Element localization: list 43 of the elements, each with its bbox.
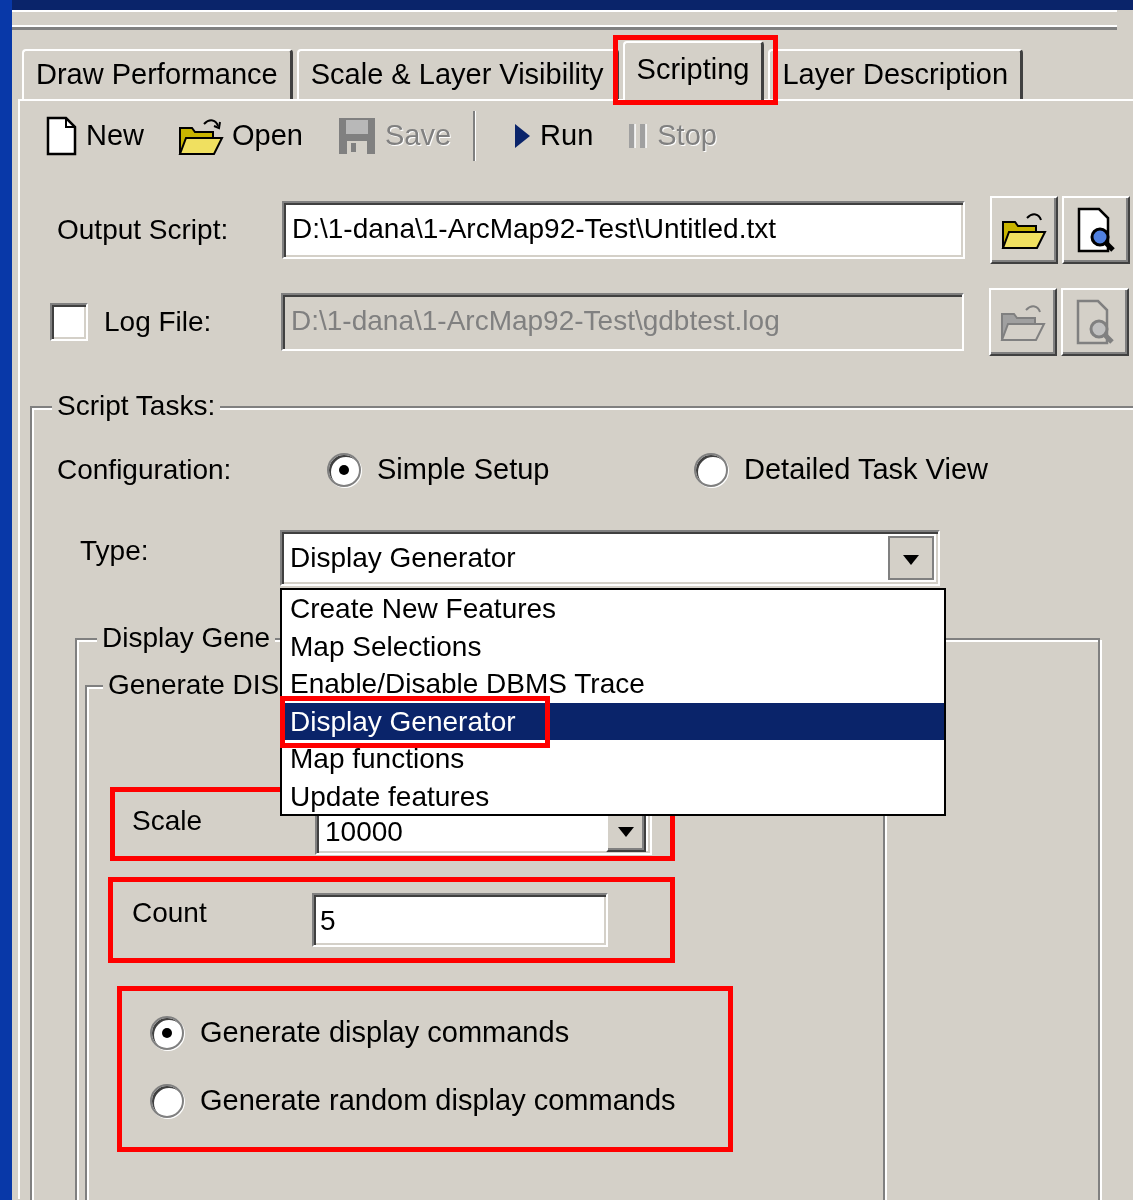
list-item[interactable]: Map Selections	[282, 627, 944, 665]
view-button[interactable]	[1061, 288, 1129, 356]
tab[interactable]: Scale & Layer Visibility	[296, 49, 619, 99]
radio-label: Generate random display commands	[200, 1083, 676, 1119]
toolbar-button[interactable]: Open	[178, 114, 303, 158]
folder-icon	[1000, 302, 1046, 342]
count-field[interactable]: 5	[312, 893, 608, 947]
list-item[interactable]: Display Generator	[282, 702, 944, 740]
folder-icon	[178, 116, 224, 156]
field-label: Output Script:	[57, 213, 230, 247]
tab[interactable]: Draw Performance	[22, 49, 293, 99]
radio-button[interactable]	[327, 453, 361, 487]
radio-label: Detailed Task View	[744, 452, 988, 488]
path-field[interactable]: D:\1-dana\1-ArcMap92-Test\Untitled.txt	[282, 201, 965, 259]
tab[interactable]: Scripting	[622, 41, 765, 101]
tab[interactable]: Layer Description	[768, 49, 1024, 99]
field-label: Scale	[132, 804, 204, 838]
browse-button[interactable]	[990, 196, 1058, 264]
browse-button[interactable]	[989, 288, 1057, 356]
document-icon	[45, 116, 78, 156]
radio-button[interactable]	[150, 1084, 184, 1118]
radio-label: Generate display commands	[200, 1015, 570, 1051]
radio-label: Simple Setup	[377, 452, 550, 488]
radio-button[interactable]	[694, 453, 728, 487]
field-label: Count	[132, 896, 208, 930]
dropdown-arrow-button[interactable]	[888, 536, 934, 580]
field-label: Type:	[80, 534, 150, 568]
radio-button[interactable]	[150, 1016, 184, 1050]
caret-icon	[617, 826, 635, 838]
folder-icon	[1001, 210, 1047, 250]
list-item[interactable]: Create New Features	[282, 590, 944, 628]
type-dropdown[interactable]: Display Generator	[280, 530, 940, 586]
caret-icon	[902, 554, 920, 566]
pause-icon	[627, 121, 650, 151]
list-item[interactable]: Enable/Disable DBMS Trace	[282, 665, 944, 703]
toolbar-button[interactable]: Run	[512, 114, 594, 158]
field-label: Configuration:	[57, 453, 233, 487]
field-label: Log File:	[104, 305, 213, 339]
magnifier-document-icon	[1076, 207, 1116, 253]
magnifier-document-icon	[1075, 299, 1115, 345]
list-item[interactable]: Map functions	[282, 740, 944, 778]
view-button[interactable]	[1062, 196, 1130, 264]
toolbar-button[interactable]: New	[45, 114, 144, 158]
